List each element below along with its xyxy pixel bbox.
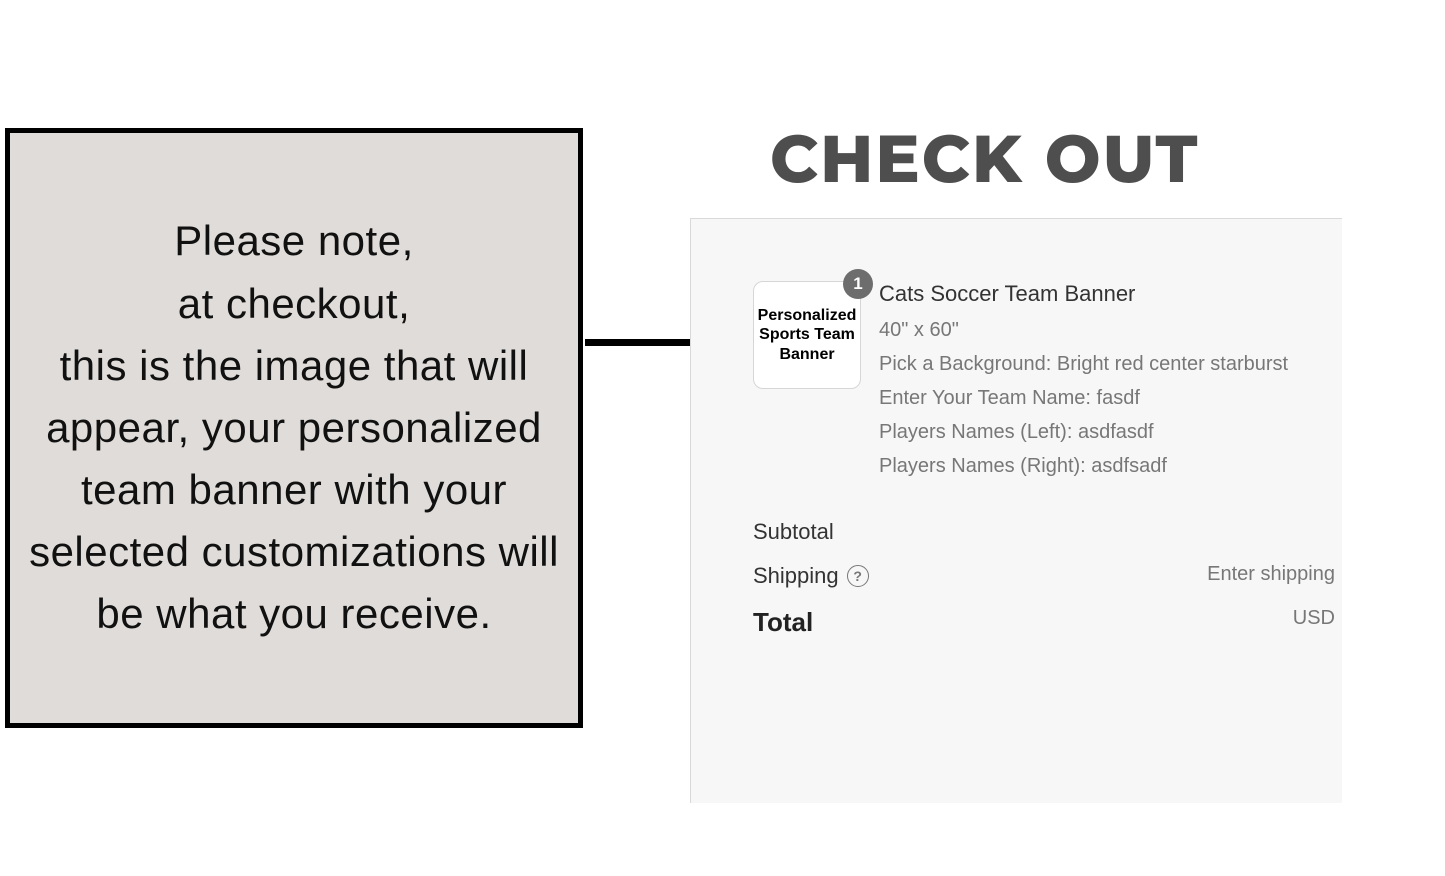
subtotal-row: Subtotal	[753, 519, 1335, 545]
shipping-row: Shipping ? Enter shipping	[753, 563, 1335, 589]
cart-item-players-right: Players Names (Right): asdfsadf	[879, 449, 1342, 483]
cart-thumbnail-wrap: Personalized Sports Team Banner 1	[753, 281, 861, 483]
checkout-heading: CHECK OUT	[770, 118, 1199, 199]
thumb-text-line: Banner	[758, 345, 857, 364]
total-row: Total USD	[753, 607, 1335, 638]
total-currency: USD	[1293, 607, 1335, 638]
shipping-value[interactable]: Enter shipping	[1207, 563, 1335, 589]
cart-thumbnail: Personalized Sports Team Banner	[753, 281, 861, 389]
checkout-summary-panel: Personalized Sports Team Banner 1 Cats S…	[690, 218, 1342, 803]
thumb-text-line: Personalized	[758, 306, 857, 325]
subtotal-label: Subtotal	[753, 519, 834, 545]
cart-line-item: Personalized Sports Team Banner 1 Cats S…	[753, 281, 1342, 483]
instruction-note-text: Please note,at checkout,this is the imag…	[18, 210, 570, 645]
totals-section: Subtotal Shipping ? Enter shipping Total…	[753, 519, 1342, 638]
cart-item-details: Cats Soccer Team Banner 40" x 60" Pick a…	[879, 281, 1342, 483]
cart-item-teamname: Enter Your Team Name: fasdf	[879, 381, 1342, 415]
cart-item-players-left: Players Names (Left): asdfasdf	[879, 415, 1342, 449]
quantity-badge: 1	[843, 269, 873, 299]
cart-item-size: 40" x 60"	[879, 313, 1342, 347]
instruction-note-box: Please note,at checkout,this is the imag…	[5, 128, 583, 728]
cart-item-background: Pick a Background: Bright red center sta…	[879, 347, 1342, 381]
cart-item-title: Cats Soccer Team Banner	[879, 281, 1342, 307]
help-icon[interactable]: ?	[847, 565, 869, 587]
shipping-label: Shipping	[753, 563, 839, 589]
total-label: Total	[753, 607, 813, 638]
thumb-text-line: Sports Team	[758, 325, 857, 344]
